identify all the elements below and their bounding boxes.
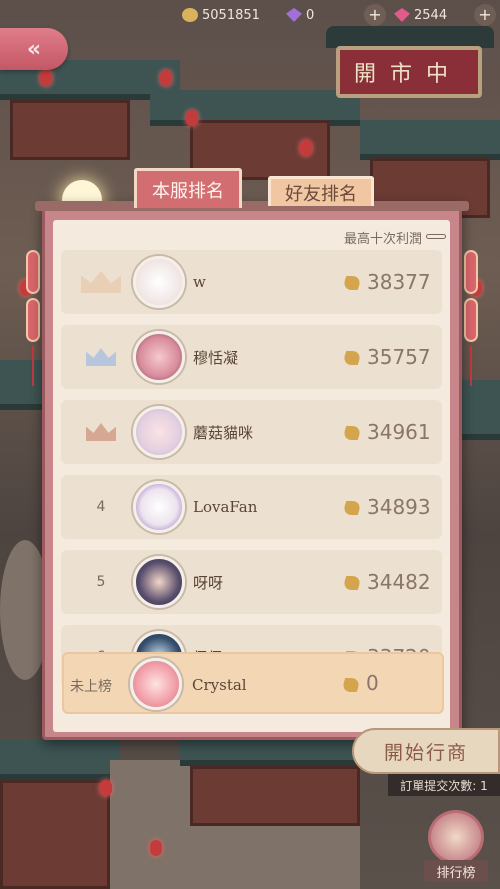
rank-number: 4	[96, 499, 106, 515]
coin-counter: 5051851	[182, 4, 260, 26]
sign-roof	[326, 26, 494, 48]
tab-friend-ranking[interactable]: 好友排名	[268, 176, 374, 206]
bronze-crown-icon	[86, 423, 116, 441]
coin-value: 5051851	[202, 7, 260, 23]
player-score: 34961	[367, 420, 431, 444]
player-score: 34482	[367, 570, 431, 594]
profit-leaf-icon	[341, 426, 363, 440]
profit-leaf-icon	[341, 276, 363, 290]
player-name: LovaFan	[193, 498, 258, 516]
rank-badge	[71, 325, 131, 389]
my-name: Crystal	[192, 676, 247, 694]
tab-server-ranking-label: 本服排名	[152, 180, 224, 202]
pink-gem-counter: 2544	[394, 4, 447, 26]
player-name: 蘑菇貓咪	[193, 423, 254, 442]
rank-number: 5	[96, 574, 106, 590]
my-rank-label: 未上榜	[70, 679, 112, 695]
header-ornament	[426, 234, 446, 239]
start-trading-button[interactable]: 開始行商	[352, 728, 500, 774]
gold-crown-icon	[81, 271, 121, 293]
right-lantern-rod	[464, 250, 478, 386]
tab-server-ranking[interactable]: 本服排名	[134, 168, 242, 208]
player-score: 34893	[367, 495, 431, 519]
gem-value: 0	[306, 7, 315, 23]
shop-sign-text: 開市中	[354, 62, 463, 87]
profit-leaf-icon	[341, 501, 363, 515]
start-trading-label: 開始行商	[383, 741, 468, 764]
profit-leaf-icon	[341, 576, 363, 590]
avatar[interactable]	[133, 481, 185, 533]
ranking-row[interactable]: 蘑菇貓咪 34961	[61, 400, 442, 464]
rank-badge	[71, 400, 131, 464]
my-score: 0	[366, 671, 379, 695]
profit-leaf-icon	[340, 678, 362, 692]
my-ranking-row[interactable]: 未上榜 Crystal 0	[62, 652, 444, 714]
player-score: 38377	[367, 270, 431, 294]
leaderboard-button[interactable]: 排行榜	[418, 810, 494, 882]
purple-gem-icon	[286, 8, 302, 22]
leaderboard-scroll-icon	[428, 810, 484, 864]
add-gems-button[interactable]: +	[364, 4, 386, 26]
left-lantern-rod	[26, 250, 40, 386]
avatar[interactable]	[133, 556, 185, 608]
gem-counter: 0	[286, 4, 314, 26]
back-button[interactable]: «	[0, 28, 68, 70]
leaderboard-label: 排行榜	[424, 860, 488, 882]
pink-gem-value: 2544	[414, 7, 448, 23]
silver-crown-icon	[86, 348, 116, 366]
avatar[interactable]	[133, 406, 185, 458]
tab-friend-ranking-label: 好友排名	[285, 183, 357, 205]
shop-open-sign: 開市中	[336, 46, 482, 98]
avatar[interactable]	[133, 256, 185, 308]
pink-gem-icon	[394, 8, 410, 22]
player-name: 穆恬凝	[193, 348, 239, 367]
player-score: 35757	[367, 345, 431, 369]
rank-badge	[71, 250, 131, 314]
column-header: 最高十次利潤	[343, 232, 422, 247]
back-arrow-icon: «	[26, 36, 42, 62]
order-submit-count: 訂單提交次數: 1	[388, 774, 500, 796]
ranking-row[interactable]: w 38377	[61, 250, 442, 314]
player-name: 呀呀	[193, 573, 224, 592]
avatar[interactable]	[133, 331, 185, 383]
ranking-row[interactable]: 穆恬凝 35757	[61, 325, 442, 389]
ranking-row[interactable]: 5 呀呀 34482	[61, 550, 442, 614]
add-pink-gems-button[interactable]: +	[474, 4, 496, 26]
player-name: w	[193, 273, 206, 291]
profit-leaf-icon	[341, 351, 363, 365]
ranking-row[interactable]: 4 LovaFan 34893	[61, 475, 442, 539]
coin-icon	[182, 8, 198, 22]
my-avatar[interactable]	[130, 658, 182, 710]
